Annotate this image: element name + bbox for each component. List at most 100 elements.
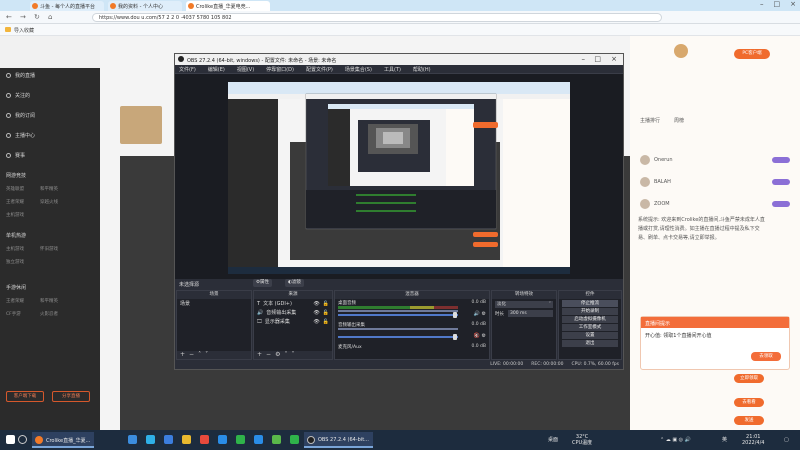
rank-row[interactable]: ZOOM [640, 198, 790, 210]
move-down-icon[interactable]: ˅ [291, 351, 294, 359]
send-button[interactable]: 发送 [734, 416, 764, 425]
view-button[interactable]: 去看看 [734, 398, 764, 407]
rank-row[interactable]: Onerun [640, 154, 790, 166]
menu-edit[interactable]: 编辑(E) [208, 66, 225, 73]
source-item-text[interactable]: T 文本 (GDI+) 👁 🔓 [254, 299, 332, 308]
sidebar-link[interactable]: 和平精英 [40, 186, 58, 192]
remove-icon[interactable]: − [266, 351, 271, 359]
sidebar-section-3-title[interactable]: 手游休闲 [6, 284, 26, 291]
transition-select[interactable]: 淡化 ˅ [495, 301, 553, 308]
sidebar-section-1-title[interactable]: 网游竞技 [6, 172, 26, 179]
menu-scene-collection[interactable]: 场景集合(S) [345, 66, 372, 73]
app-icon[interactable] [272, 435, 281, 444]
menu-profile[interactable]: 配置文件(P) [306, 66, 333, 73]
filters-button[interactable]: ◐滤镜 [285, 279, 304, 287]
streamer-avatar[interactable] [120, 106, 162, 144]
move-down-icon[interactable]: ˅ [205, 351, 208, 359]
obs-preview[interactable] [175, 74, 623, 279]
gear-icon[interactable]: ⚙ [482, 311, 486, 317]
browser-tab-1[interactable]: 斗鱼 - 每个人的直播平台 [30, 1, 104, 11]
sidebar-link[interactable]: 独立游戏 [6, 259, 24, 265]
sidebar-link[interactable]: 王者荣耀 [6, 199, 24, 205]
windows-start-icon[interactable] [6, 435, 15, 444]
menu-file[interactable]: 文件(F) [179, 66, 196, 73]
move-up-icon[interactable]: ˄ [198, 351, 201, 359]
bookmark-import[interactable]: 导入收藏 [14, 27, 34, 34]
ime-indicator[interactable]: 英 [722, 437, 727, 443]
move-up-icon[interactable]: ˄ [284, 351, 287, 359]
menu-help[interactable]: 帮助(H) [413, 66, 431, 73]
eye-icon[interactable]: 👁 [313, 319, 319, 325]
sidebar-link[interactable]: 火影忍者 [40, 311, 58, 317]
sidebar-link[interactable]: 王者荣耀 [6, 298, 24, 304]
stop-streaming-button[interactable]: 停止推流 [562, 300, 618, 307]
refresh-icon[interactable]: ↻ [34, 13, 40, 21]
sidebar-item-3[interactable]: 主播中心 [6, 132, 35, 139]
close-icon[interactable]: × [611, 55, 617, 63]
eye-icon[interactable]: 👁 [313, 310, 319, 316]
sidebar-section-2-title[interactable]: 单机热游 [6, 232, 26, 239]
maximize-icon[interactable]: □ [774, 0, 781, 11]
source-item-display[interactable]: 🖵 显示器采集 👁 🔓 [254, 317, 332, 326]
muted-speaker-icon[interactable]: 🔇 [474, 333, 480, 339]
home-icon[interactable]: ⌂ [48, 13, 52, 21]
rank-row[interactable]: BALAH [640, 176, 790, 188]
gear-icon[interactable]: ⚙ [275, 351, 280, 359]
scene-item[interactable]: 场景 [177, 299, 251, 308]
source-item-audio[interactable]: 🔊 音频输出采集 👁 🔓 [254, 308, 332, 317]
volume-slider[interactable] [338, 314, 458, 316]
sidebar-link[interactable]: 主机游戏 [6, 212, 24, 218]
popup-claim-button[interactable]: 去领取 [751, 352, 781, 361]
sidebar-item-1[interactable]: 关注的 [6, 92, 30, 99]
user-avatar[interactable] [674, 44, 688, 58]
taskbar-app-obs[interactable]: OBS 27.2.4 (64-bit... [304, 432, 373, 448]
wechat-icon[interactable] [236, 435, 245, 444]
chrome-icon[interactable] [200, 435, 209, 444]
taskbar-app-browser[interactable]: Crolike直播_华夏... [32, 432, 95, 448]
duration-input[interactable]: 300 ms [508, 310, 553, 317]
add-icon[interactable]: + [180, 351, 185, 359]
browser-tab-3[interactable]: Crolike直播_华夏电竞... [186, 1, 270, 11]
sidebar-link[interactable]: CF手游 [6, 311, 21, 317]
lock-icon[interactable]: 🔓 [323, 319, 329, 325]
add-icon[interactable]: + [257, 351, 262, 359]
search-label[interactable]: 桌面 [548, 437, 558, 443]
maximize-icon[interactable]: □ [594, 55, 601, 63]
sidebar-link[interactable]: 怀旧游戏 [40, 246, 58, 252]
menu-docks[interactable]: 停靠窗口(D) [266, 66, 294, 73]
volume-knob[interactable] [453, 312, 457, 318]
sidebar-link[interactable]: 和平精英 [40, 298, 58, 304]
app-icon[interactable] [218, 435, 227, 444]
virtual-camera-button[interactable]: 启动虚拟摄像机 [562, 316, 618, 323]
sidebar-link[interactable]: 主机游戏 [6, 246, 24, 252]
properties-button[interactable]: ⚙属性 [253, 279, 273, 287]
claim-button[interactable]: 立即领取 [734, 374, 764, 383]
sidebar-link[interactable]: 穿越火线 [40, 199, 58, 205]
clock[interactable]: 21:01 2022/4/4 [742, 434, 764, 446]
menu-tools[interactable]: 工具(T) [384, 66, 401, 73]
sidebar-item-2[interactable]: 我的订阅 [6, 112, 35, 119]
minimize-icon[interactable]: – [760, 0, 764, 11]
search-icon[interactable] [18, 435, 27, 444]
studio-mode-button[interactable]: 工作室模式 [562, 324, 618, 331]
edge-icon[interactable] [146, 435, 155, 444]
minimize-icon[interactable]: – [582, 55, 586, 63]
taskview-icon[interactable] [128, 435, 137, 444]
app-icon[interactable] [290, 435, 299, 444]
settings-button[interactable]: 设置 [562, 332, 618, 339]
sidebar-link[interactable]: 英雄联盟 [6, 186, 24, 192]
browser-tab-2[interactable]: 我的资料 - 个人中心 [108, 1, 182, 11]
site-logo[interactable] [0, 36, 100, 68]
start-recording-button[interactable]: 开始录制 [562, 308, 618, 315]
url-input[interactable]: https://www.dou u.com/57 2 2 0 ·4037 578… [92, 13, 662, 22]
speaker-icon[interactable]: 🔊 [474, 311, 480, 317]
volume-knob[interactable] [453, 334, 457, 340]
folder-icon[interactable] [182, 435, 191, 444]
eye-icon[interactable]: 👁 [313, 301, 319, 307]
tray-icons[interactable]: ⌃ ☁ ▣ ◎ 🔊 [660, 437, 691, 443]
app-icon[interactable] [254, 435, 263, 444]
lock-icon[interactable]: 🔓 [323, 310, 329, 316]
share-button[interactable]: 分享直播 [52, 391, 90, 402]
volume-slider[interactable] [338, 336, 458, 338]
notification-icon[interactable]: ▢ [784, 437, 789, 443]
